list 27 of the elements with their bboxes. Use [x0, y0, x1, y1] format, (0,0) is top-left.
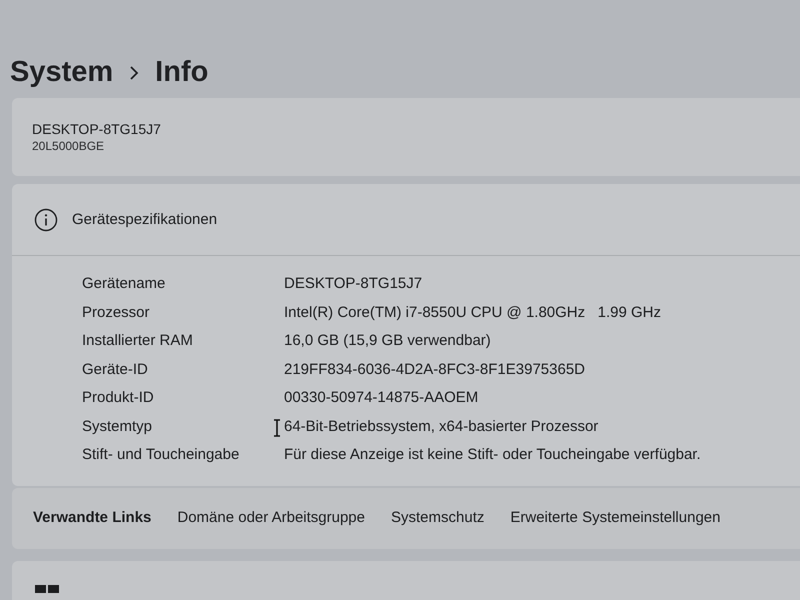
breadcrumb-parent[interactable]: System — [10, 51, 114, 95]
related-links-title: Verwandte Links — [33, 508, 152, 528]
spec-value: Intel(R) Core(TM) i7-8550U CPU @ 1.80GHz 1.99 GHz — [284, 302, 661, 323]
spec-value: 64-Bit-Betriebssystem, x64-basierter Prozessor — [284, 416, 598, 437]
spec-label: Produkt-ID — [82, 388, 154, 408]
related-link[interactable]: Erweiterte Systemeinstellungen — [510, 507, 720, 530]
chevron-right-icon — [129, 66, 140, 80]
related-link[interactable]: Domäne oder Arbeitsgruppe — [177, 507, 365, 530]
device-name: DESKTOP-8TG15J7 — [32, 120, 161, 138]
spec-value: 00330-50974-14875-AAOEM — [284, 388, 478, 408]
windows-logo-icon — [35, 585, 59, 594]
spec-label: Gerätename — [82, 274, 166, 294]
related-link[interactable]: Systemschutz — [391, 507, 484, 530]
info-icon — [34, 208, 58, 232]
spec-value: DESKTOP-8TG15J7 — [284, 274, 422, 294]
breadcrumb-current: Info — [155, 55, 208, 90]
spec-value: Für diese Anzeige ist keine Stift- oder Toucheingabe verfügbar. — [284, 445, 701, 466]
section-title: Gerätespezifikationen — [72, 210, 218, 230]
spec-value: 219FF834-6036-4D2A-8FC3-8F1E3975365D — [284, 360, 586, 380]
device-model: 20L5000BGE — [32, 138, 104, 154]
spec-label: Prozessor — [82, 302, 150, 323]
spec-label: Stift- und Toucheingabe — [82, 445, 240, 466]
spec-label: Installierter RAM — [82, 331, 193, 352]
spec-label: Systemtyp — [82, 416, 152, 437]
spec-value: 16,0 GB (15,9 GB verwendbar) — [284, 331, 491, 352]
spec-label: Geräte-ID — [82, 360, 148, 380]
text-cursor-icon — [273, 418, 281, 437]
